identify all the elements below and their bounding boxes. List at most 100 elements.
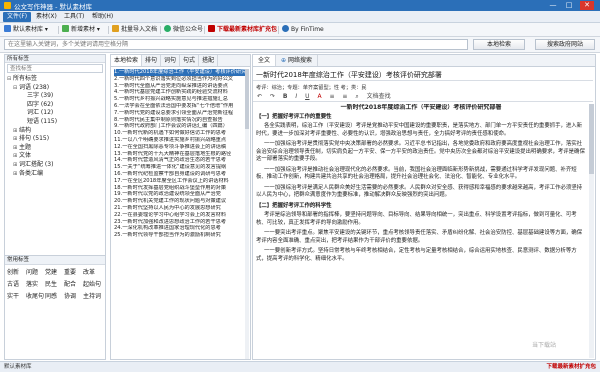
result-list-item[interactable]: 16.一新时代纪检监察干部自身建设的调研与思考 (114, 171, 247, 178)
result-list-item[interactable]: 13.一新时代党的十九大精神在基层落地生根的路径 (114, 151, 247, 158)
tree-node[interactable]: ⊞ 结构 (7, 127, 103, 136)
minimize-button[interactable]: — (546, 1, 560, 10)
frequent-tag[interactable]: 古语 (7, 279, 26, 291)
tab-paiju[interactable]: 排句 (142, 55, 162, 66)
web-search-label: 网络搜索 (287, 57, 312, 64)
frequent-tag[interactable]: 落实 (26, 279, 45, 291)
result-list-item[interactable]: 11.一以八个明确要求推进实施乡村振兴战略重点 (114, 137, 247, 144)
tab-fulltext[interactable]: 全文 (253, 55, 277, 66)
frequent-tag[interactable]: 主持词 (83, 291, 102, 303)
tree-node[interactable]: ⊟ 所有标签 (7, 75, 103, 84)
scrollbar-thumb[interactable] (589, 104, 594, 174)
tag-search-input[interactable] (7, 64, 103, 73)
frequent-tag[interactable]: 同感 (45, 291, 64, 303)
tree-node[interactable]: ⊞ 词汇搭配 (3) (7, 161, 103, 170)
frequent-tag[interactable]: 党建 (45, 267, 64, 279)
tab-web-search[interactable]: ⊕ 网络搜索 (276, 55, 318, 66)
font-color-button[interactable]: A (317, 93, 321, 100)
maximize-button[interactable]: □ (562, 1, 576, 10)
result-list-item[interactable]: 24.一深化机构改革推进国家治理现代化的思考 (114, 225, 247, 232)
tree-node[interactable]: ⊞ 排句 (515) (7, 135, 103, 144)
frequent-tag[interactable]: 收尾句 (26, 291, 45, 303)
search-icon: ⌕ (355, 93, 361, 100)
redo-icon[interactable]: ↷ (270, 93, 275, 100)
download-library-button[interactable]: 下载最新素材库扩充包 (208, 25, 277, 35)
result-list-item[interactable]: 22.一在县委理论学习中心组学习会上的发言材料 (114, 212, 247, 219)
result-list-item[interactable]: 18.一新时代发挥基层党组织战斗堡垒作用的对策 (114, 185, 247, 192)
title-bar: 公文写作神器 - 默认素材库 — □ ✕ (0, 0, 600, 11)
frequent-tag[interactable]: 起始句 (83, 279, 102, 291)
frequent-tag[interactable]: 实干 (7, 291, 26, 303)
menu-help[interactable]: 帮助(H) (88, 12, 117, 22)
menu-file[interactable]: 文件(F) (3, 12, 32, 22)
result-list-item[interactable]: 14.一新时代营造风清气正的政治生态的若干思考 (114, 157, 247, 164)
result-list-item[interactable]: 7.一新时代党的建设总要求引领全面从严治党新征程 (114, 110, 247, 117)
status-download-link[interactable]: 下载最新素材扩充包 (546, 362, 596, 372)
result-list-item[interactable]: 23.一新时代加强和改进思想政治工作的若干思考 (114, 219, 247, 226)
result-list-item[interactable]: 8.一新时代民主集中制原则落实情况的自查报告 (114, 117, 247, 124)
frequent-tag[interactable]: 配合 (64, 279, 83, 291)
content-paragraph: 一一要创新考评方式。坚持日常考核与年终考核相结合，定性考核与定量考核相结合，综合… (256, 248, 577, 262)
result-list-item[interactable]: 9.一新时代政府部门工作会议的讲话汇编（四篇） (114, 123, 247, 130)
tree-node[interactable]: 词汇 (12) (7, 109, 103, 118)
frequent-tag[interactable]: 创新 (7, 267, 26, 279)
watermark: 当下载站 (532, 342, 557, 349)
result-list-item[interactable]: 15.一关于“统筹推进一体化”建设意见的发言提纲 (114, 164, 247, 171)
document-scrollbar[interactable] (589, 104, 594, 358)
download-icon (208, 25, 215, 32)
tree-node[interactable]: ⊞ 文体 (7, 152, 103, 161)
menu-material[interactable]: 素材(X) (32, 12, 61, 22)
tab-local-search[interactable]: 本地检索 (111, 55, 143, 66)
import-icon (112, 25, 119, 32)
byfintime-link[interactable]: By FinTime (282, 25, 324, 35)
align-center-button[interactable]: ≡ (342, 93, 347, 100)
result-list-item[interactable]: 17.一在全区2018年度全区工作会议上的讲话材料 (114, 178, 247, 185)
result-list-item[interactable]: 5.一新时代乡村振兴战略实施意见与推进措施汇总 (114, 96, 247, 103)
tree-node[interactable]: 四字 (62) (7, 101, 103, 110)
find-in-document-button[interactable]: ⌕ 文档查找 (355, 93, 396, 100)
result-list-item[interactable]: 19.一新时代以党的政治建设统领全面从严治党 (114, 191, 247, 198)
align-left-button[interactable]: ≡ (329, 93, 334, 100)
underline-button[interactable]: U (305, 93, 309, 100)
batch-import-button[interactable]: 批量导入文档 (112, 25, 157, 35)
menu-tools[interactable]: 工具(T) (60, 12, 88, 22)
wechat-button[interactable]: 微信公众号 (164, 25, 203, 35)
result-list-item[interactable]: 6.一法学会在全面依法治国中要发挥“七个倍增”作用 (114, 103, 247, 110)
tree-node-label: 四字 (62) (27, 100, 54, 108)
frequent-tag[interactable]: 民生 (45, 279, 64, 291)
result-list-item[interactable]: 3.一新时代全面从严治党走向纵深推进的讲话要点 (114, 83, 247, 90)
close-button[interactable]: ✕ (580, 1, 594, 10)
result-list-item[interactable]: 4.一新时代基层党建工作创新实践的经验交流材料 (114, 89, 247, 96)
scrollbar-thumb[interactable] (245, 69, 249, 129)
result-list-item[interactable]: 2.一新时代四个意识落实到位必须担当作为的好公文 (114, 76, 247, 83)
result-list-scrollbar[interactable] (245, 69, 249, 359)
bold-button[interactable]: B (283, 93, 288, 100)
tree-node[interactable]: 短语 (115) (7, 118, 103, 127)
tab-dapei[interactable]: 搭配 (199, 55, 219, 66)
italic-button[interactable]: I (295, 93, 297, 100)
tree-node[interactable]: ⊞ 各类汇编 (7, 170, 103, 179)
result-list-item[interactable]: 21.一新时代坚持以人民为中心的发展思想研究 (114, 205, 247, 212)
local-search-button[interactable]: 本地检索 (473, 39, 525, 50)
frequent-tag[interactable]: 问题 (26, 267, 45, 279)
tree-node[interactable]: 三字 (39) (7, 92, 103, 101)
frequent-tag[interactable]: 改革 (83, 267, 102, 279)
result-list-item[interactable]: 20.一新时代机关党建工作的现状问题与对策建议 (114, 198, 247, 205)
result-list-item[interactable]: 1.一新时代2018年度综治工作（平安建设）考核评价研究 (114, 69, 247, 76)
new-material-button[interactable]: 新增素材 ▾ (62, 25, 100, 35)
online-search-button[interactable]: 搜索政府网站 (535, 39, 595, 50)
tree-node[interactable]: ⊟ 词语 (238) (7, 84, 103, 93)
search-input[interactable] (4, 39, 468, 50)
frequent-tag[interactable]: 协调 (64, 291, 83, 303)
tab-ciju[interactable]: 词句 (161, 55, 181, 66)
content-paragraph: 一一加强综治考评是贯彻落实党中央决策部署的必然要求。习近平总书记指出，各地党委政… (256, 141, 585, 162)
tree-node-label: 词汇 (12) (27, 109, 54, 117)
result-list-item[interactable]: 25.一新时代领导干部担当作为的激励机制研究 (114, 232, 247, 239)
result-list-item[interactable]: 12.一在全国扫黑除恶专项斗争推进会上的讲话稿 (114, 144, 247, 151)
result-list-item[interactable]: 10.一新时代新的机遇下如何做好信访工作的思考 (114, 130, 247, 137)
tab-jushi[interactable]: 句式 (180, 55, 200, 66)
default-library-dropdown[interactable]: 默认素材库 ▾ (4, 25, 48, 35)
frequent-tag[interactable]: 重要 (64, 267, 83, 279)
undo-icon[interactable]: ↶ (257, 93, 262, 100)
document-content[interactable]: 一新时代2018年度综治工作（平安建设）考核评价研究部署 【一】把握好考评工作的… (256, 104, 586, 358)
